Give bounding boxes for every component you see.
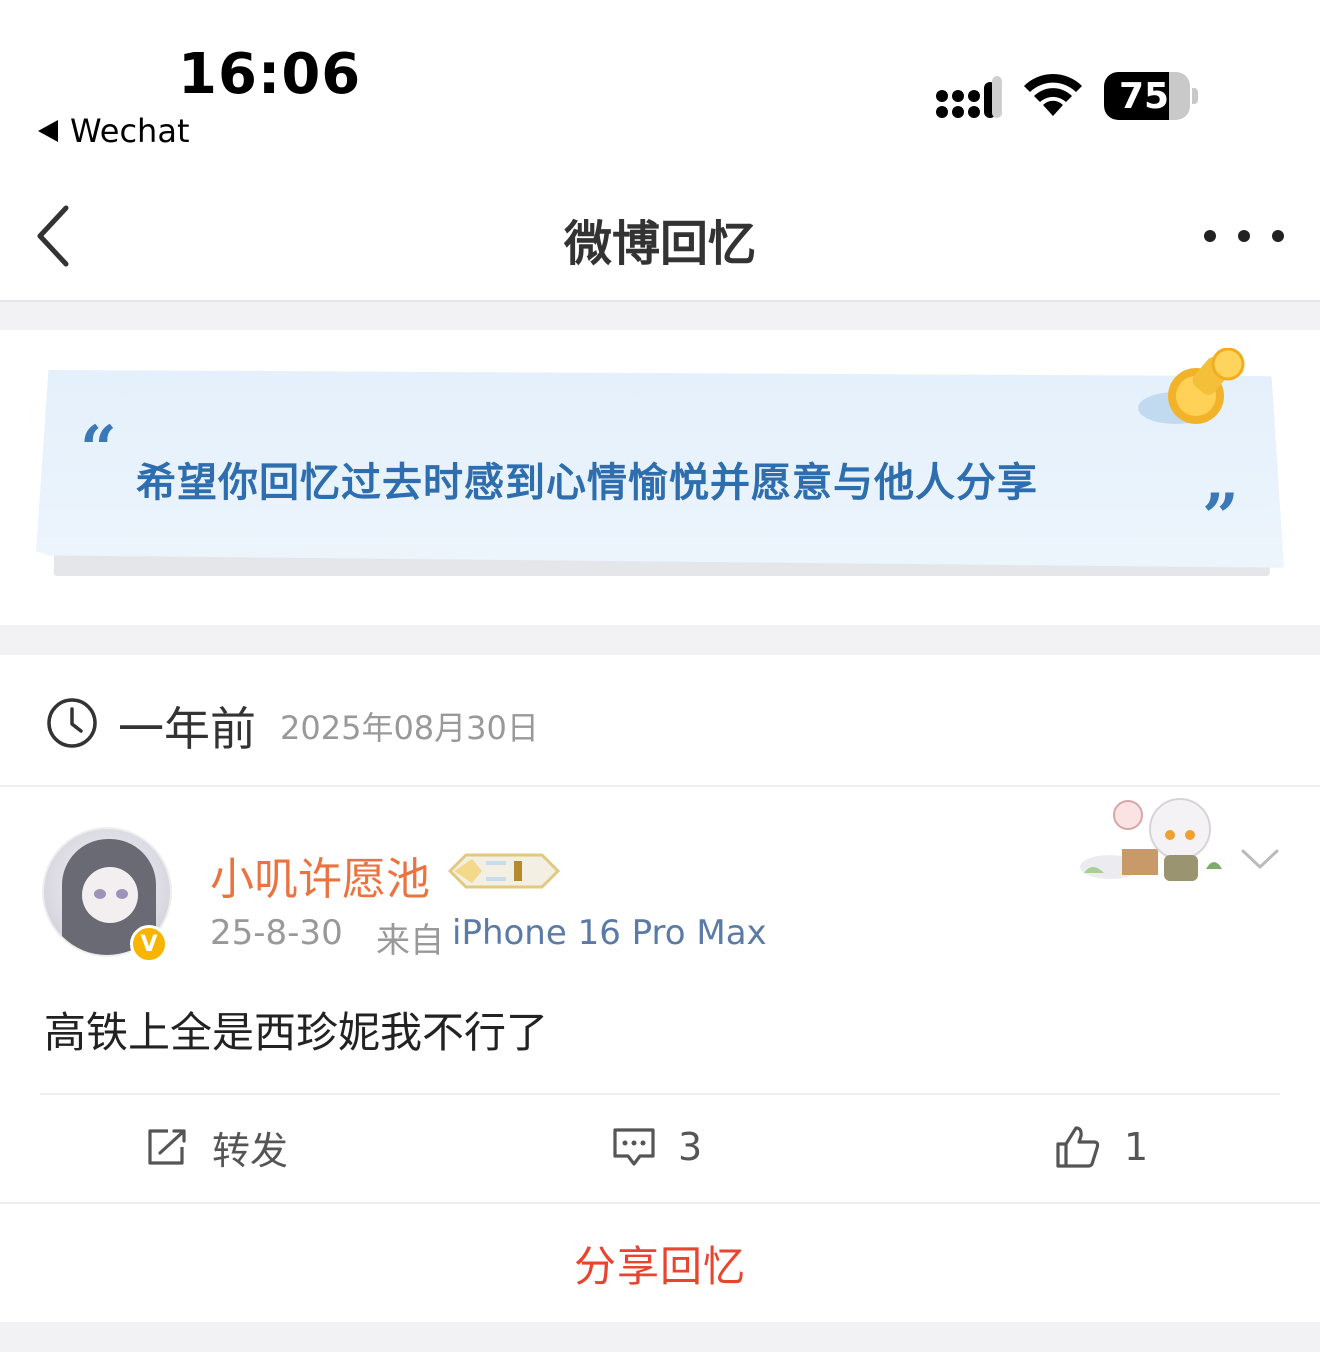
back-triangle-icon xyxy=(38,120,58,142)
dot xyxy=(1238,230,1250,242)
page-title: 微博回忆 xyxy=(563,216,756,272)
decorative-sticker-icon xyxy=(1080,798,1222,881)
post-time: 25-8-30 xyxy=(210,913,343,953)
chevron-down-icon[interactable] xyxy=(1240,847,1280,871)
bottom-gap xyxy=(0,1322,1320,1352)
section-gap xyxy=(0,625,1320,655)
username-link[interactable]: 小叽许愿池 xyxy=(210,843,430,907)
like-count: 1 xyxy=(1124,1125,1149,1169)
memory-date: 2025年08月30日 xyxy=(280,709,539,747)
verified-badge: V xyxy=(130,925,168,963)
avatar-eye xyxy=(116,889,128,899)
dot xyxy=(1272,230,1284,242)
memory-header: 一年前 2025年08月30日 xyxy=(0,655,1320,787)
dot xyxy=(1204,230,1216,242)
more-dots-icon[interactable] xyxy=(1204,218,1284,254)
post-device-link[interactable]: iPhone 16 Pro Max xyxy=(452,913,767,953)
quote-close-mark: ” xyxy=(1202,480,1239,555)
section-gap xyxy=(0,302,1320,330)
repost-button[interactable]: 转发 xyxy=(146,1119,288,1175)
back-app-label: Wechat xyxy=(70,112,190,150)
battery-percent: 75 xyxy=(1118,75,1170,117)
avatar-eye xyxy=(94,889,106,899)
cellular-signal-icon xyxy=(936,76,1002,118)
post-source-label: 来自 xyxy=(376,921,444,961)
battery-nub xyxy=(1192,88,1198,104)
battery-indicator: 75 xyxy=(1104,72,1190,120)
comment-count: 3 xyxy=(678,1125,703,1169)
comment-icon xyxy=(613,1128,655,1166)
status-bar: 16:06 Wechat 75 xyxy=(0,0,1320,170)
memory-post-card: 一年前 2025年08月30日 V 小叽许愿池 25-8-30 来自 iPhon… xyxy=(0,655,1320,1200)
quote-open-mark: “ xyxy=(80,412,117,487)
quote-banner: “ 希望你回忆过去时感到心情愉悦并愿意与他人分享 ” xyxy=(0,330,1320,625)
nav-bar: 微博回忆 xyxy=(0,170,1320,302)
member-badge-icon xyxy=(447,853,561,889)
post-content: 高铁上全是西珍妮我不行了 xyxy=(44,1008,549,1057)
thumbs-up-icon xyxy=(1056,1126,1100,1168)
memory-label: 一年前 xyxy=(118,702,256,756)
share-bar: 分享回忆 xyxy=(0,1202,1320,1322)
banner-text: 希望你回忆过去时感到心情愉悦并愿意与他人分享 xyxy=(136,459,1038,506)
avatar-face xyxy=(82,867,138,923)
divider xyxy=(40,1093,1280,1095)
comment-button[interactable]: 3 xyxy=(612,1119,702,1175)
status-time: 16:06 xyxy=(178,42,362,107)
back-to-app-link[interactable]: Wechat xyxy=(38,112,189,150)
like-button[interactable]: 1 xyxy=(1054,1119,1148,1175)
wifi-icon xyxy=(1024,73,1082,116)
pushpin-icon xyxy=(1138,348,1245,424)
clock-icon xyxy=(47,698,97,748)
repost-label: 转发 xyxy=(212,1128,289,1173)
repost-icon xyxy=(148,1129,186,1165)
share-memory-button[interactable]: 分享回忆 xyxy=(574,1233,746,1294)
